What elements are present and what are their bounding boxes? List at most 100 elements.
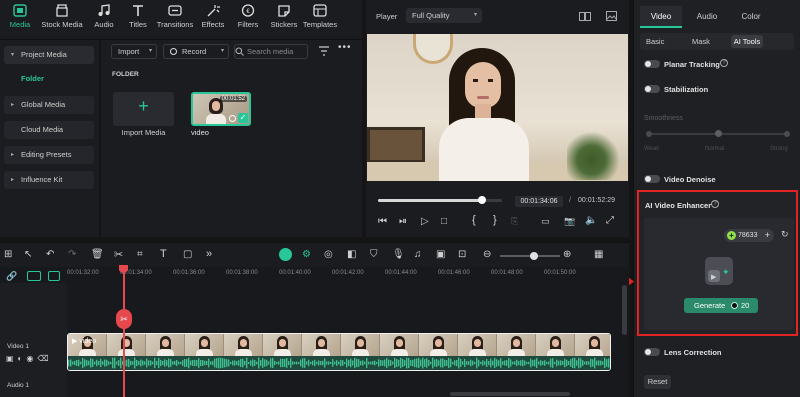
clip-thumbnail-frame [302,334,341,356]
zoom-in-icon[interactable]: ⊕ [563,249,571,260]
sidebar-item-editing-presets[interactable]: ▸ Editing Presets [4,146,94,164]
timeline-ruler[interactable]: 00:01:32:00 00:01:34:00 00:01:36:00 00:01:3… [67,267,622,283]
help-icon[interactable]: ? [711,200,719,208]
play-reverse-icon[interactable]: ⏯ [399,216,407,227]
tab-stickers[interactable]: Stickers [264,4,304,29]
shape-icon[interactable]: ▢ [183,249,192,260]
auto-sync-icon[interactable]: ⚙ [302,249,311,260]
sidebar-item-cloud-media[interactable]: Cloud Media [4,121,94,139]
import-dropdown[interactable]: Import ▾ [111,44,157,59]
tab-video[interactable]: Video [640,6,682,28]
photo-icon[interactable] [606,11,617,21]
tab-filters[interactable]: € Filters [228,4,268,29]
insert-icon[interactable]: ⎘ [511,216,518,227]
import-media-tile[interactable]: + [113,92,174,126]
shield-icon[interactable]: ⛉ [370,249,378,260]
quality-dropdown[interactable]: Full Quality ▾ [406,8,482,23]
search-input[interactable]: Search media [234,44,308,59]
snapshot-timeline-icon[interactable]: ▣ [436,249,445,260]
slider-handle[interactable] [715,130,722,137]
timeline-layout-icon[interactable]: ▦ [594,249,603,260]
player-label: Player [376,12,398,21]
lens-correction-toggle[interactable] [644,348,660,356]
previous-frame-icon[interactable]: ⏮ [378,216,387,227]
planar-tracking-toggle[interactable] [644,60,660,68]
refresh-icon[interactable]: ↻ [781,229,789,240]
stabilization-toggle[interactable] [644,85,660,93]
credits-badge[interactable]: + 78633 + [724,229,774,242]
redo-icon[interactable]: ↷ [68,249,76,260]
microphone-icon[interactable]: 🎙 [392,249,405,260]
tab-titles[interactable]: Titles [118,4,158,29]
play-icon[interactable]: ▷ [421,216,429,227]
scissors-icon[interactable]: ✂ [114,248,123,261]
mark-in-icon[interactable]: { [472,214,476,226]
split-scissors-icon[interactable]: ✂ [116,309,132,329]
video-clip-icon: ▶ [72,338,78,345]
crop-icon[interactable]: ⌗ [137,249,143,260]
clip-label: ▶ video [72,337,96,345]
render-icon[interactable]: ◎ [324,249,333,260]
ai-assistant-icon[interactable] [279,248,292,261]
record-dropdown[interactable]: Record ▾ [163,44,229,59]
tab-transitions[interactable]: Transitions [155,4,195,29]
magnet-icon[interactable] [27,271,41,281]
more-options-icon[interactable]: ••• [338,42,352,53]
video-track-controls[interactable]: ▣◐◉⌫ [6,354,53,363]
mark-out-icon[interactable]: } [493,214,497,226]
generate-button[interactable]: Generate 20 [684,298,758,313]
tab-templates[interactable]: Templates [300,4,340,29]
ruler-tick-label: 00:01:42:00 [332,270,364,276]
media-clip-thumbnail[interactable]: 00:01:52 ✓ [191,92,251,126]
more-tools-icon[interactable]: » [206,248,212,260]
sidebar-item-global-media[interactable]: ▸ Global Media [4,96,94,114]
subtab-basic[interactable]: Basic [646,33,676,50]
zoom-out-icon[interactable]: ⊖ [483,249,491,260]
tab-audio-inspector[interactable]: Audio [686,6,728,28]
person-mouth [477,96,489,99]
filter-icon[interactable] [318,46,330,56]
marker-icon[interactable]: ⊡ [458,249,466,260]
undo-icon[interactable]: ↶ [46,249,54,260]
compare-view-icon[interactable] [579,12,591,21]
stop-icon[interactable]: □ [441,216,447,227]
tab-stock-media[interactable]: Stock Media [40,4,84,29]
zoom-slider-handle[interactable] [530,252,538,260]
link-icon[interactable]: 🔗 [6,271,17,282]
playback-scrubber-handle[interactable] [478,196,487,204]
video-preview[interactable] [367,34,628,181]
tab-media[interactable]: Media [0,4,40,29]
volume-icon[interactable]: 🔈 [585,215,597,226]
track-toggle-icon[interactable] [48,271,60,281]
layout-grid-icon[interactable]: ⊞ [4,249,12,260]
sidebar-item-influence-kit[interactable]: ▸ Influence Kit [4,171,94,189]
zoom-slider[interactable] [500,252,560,260]
enhance-video-icon: ▶ ✦ [705,257,733,285]
playback-progress-bar[interactable] [378,196,502,204]
audio-edit-icon[interactable]: ♫ [414,249,422,260]
tab-color[interactable]: Color [730,6,772,28]
video-clip[interactable]: ▶ video [67,333,611,371]
subtab-mask[interactable]: Mask [692,33,722,50]
display-icon[interactable]: ▭ [541,216,550,227]
sidebar-item-folder[interactable]: Folder [21,74,44,83]
snapshot-icon[interactable]: 📷 [564,216,575,227]
tab-effects[interactable]: Effects [193,4,233,29]
color-match-icon[interactable]: ◧ [347,249,356,260]
delete-icon[interactable]: 🗑 [91,249,104,260]
video-denoise-toggle[interactable] [644,175,660,183]
smoothness-slider[interactable] [646,130,790,137]
vertical-scrollbar[interactable] [622,285,627,335]
sidebar-item-project-media[interactable]: ▾ Project Media [4,46,94,64]
search-placeholder: Search media [247,47,294,56]
horizontal-scrollbar[interactable] [450,392,570,396]
fullscreen-icon[interactable]: ⤢ [606,215,614,226]
subtab-ai-tools[interactable]: AI Tools [731,35,763,48]
reset-button[interactable]: Reset [644,375,671,389]
help-icon[interactable]: ? [720,59,728,67]
text-tool-icon[interactable]: T [160,248,167,260]
select-tool-icon[interactable]: ↖ [24,249,32,260]
playhead[interactable] [123,267,125,397]
current-time[interactable]: 00:01:34:06 [515,196,563,207]
transitions-icon [168,5,182,16]
